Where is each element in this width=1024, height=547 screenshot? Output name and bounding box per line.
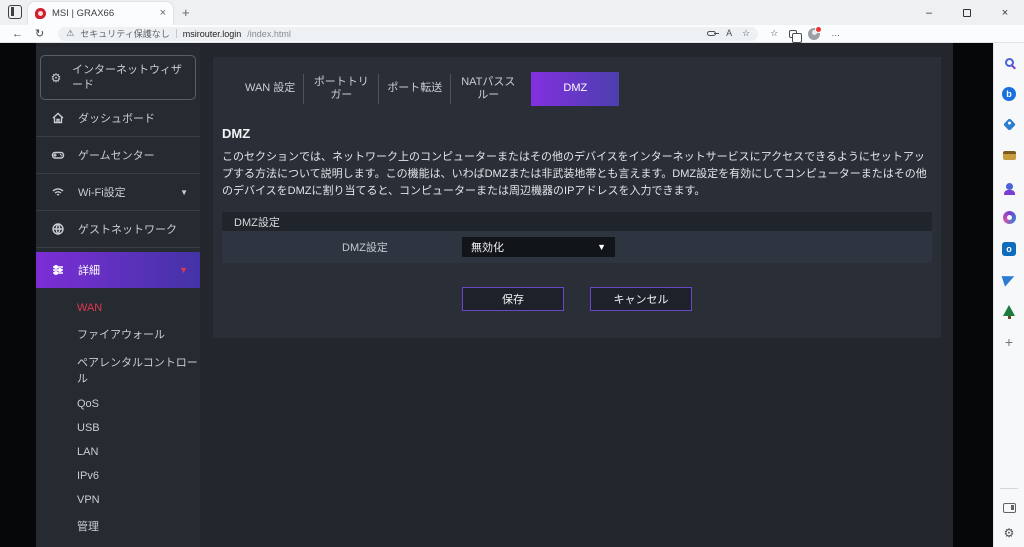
gamepad-icon	[51, 148, 65, 162]
security-label: セキュリティ保護なし	[80, 29, 170, 39]
tab-port-forwarding[interactable]: ポート転送	[379, 72, 450, 106]
password-key-icon[interactable]	[707, 31, 720, 36]
briefcase-icon[interactable]	[1002, 148, 1017, 163]
tab-close-icon[interactable]: ×	[160, 8, 166, 19]
browser-toolbar: ← ↻ ⚠ セキュリティ保護なし msirouter.login /index.…	[0, 25, 1024, 43]
sidebar-item-guest-network[interactable]: ゲストネットワーク	[36, 211, 200, 248]
advanced-submenu: WAN ファイアウォール ペアレンタルコントロール QoS USB LAN IP…	[36, 288, 200, 547]
home-icon	[51, 111, 65, 125]
dmz-setting-select[interactable]: 無効化 ▼	[462, 237, 615, 258]
dmz-setting-row: DMZ設定 無効化 ▼	[222, 231, 932, 264]
sidebar-item-label: インターネットウィザード	[72, 63, 182, 91]
sidebar-item-label: ゲストネットワーク	[78, 224, 177, 236]
screen: MSI | GRAX66 × + – × ← ↻ ⚠ セキュリティ保護なし ms…	[0, 0, 1024, 547]
chevron-down-icon: ▼	[180, 187, 188, 197]
security-warning-icon: ⚠	[66, 28, 75, 38]
maximize-icon	[963, 8, 971, 17]
sidebar-item-label: ダッシュボード	[78, 113, 155, 125]
tab-actions-icon[interactable]	[8, 5, 22, 19]
close-button[interactable]: ×	[986, 0, 1024, 25]
browser-chrome: MSI | GRAX66 × + – × ← ↻ ⚠ セキュリティ保護なし ms…	[0, 0, 1024, 43]
url-host: msirouter.login	[182, 28, 242, 39]
search-icon[interactable]	[1002, 55, 1017, 70]
section-header: DMZ設定	[222, 212, 932, 232]
tab-dmz[interactable]: DMZ	[531, 72, 620, 106]
maximize-button[interactable]	[948, 0, 986, 25]
chevron-down-icon: ▼	[179, 265, 188, 275]
submenu-item-admin[interactable]: 管理	[36, 512, 200, 540]
submenu-item-vpn[interactable]: VPN	[36, 488, 200, 512]
tab-port-trigger[interactable]: ポートトリガー	[304, 72, 378, 106]
select-value: 無効化	[471, 242, 504, 255]
msi-favicon-icon	[35, 8, 46, 19]
refresh-button[interactable]: ↻	[35, 27, 44, 40]
button-row: 保存 キャンセル	[213, 287, 941, 312]
submenu-item-wan[interactable]: WAN	[36, 296, 200, 320]
submenu-item-parental-control[interactable]: ペアレンタルコントロール	[36, 348, 200, 392]
address-divider	[175, 29, 177, 38]
submenu-item-ipv6[interactable]: IPv6	[36, 464, 200, 488]
globe-icon	[51, 222, 65, 236]
more-menu-icon[interactable]: …	[831, 29, 840, 38]
back-button[interactable]: ←	[12, 28, 23, 40]
dmz-setting-label: DMZ設定	[342, 242, 388, 255]
tab-wan-settings[interactable]: WAN 設定	[237, 72, 303, 106]
tab-strip: MSI | GRAX66 × + – ×	[0, 0, 1024, 25]
submenu-item-qos[interactable]: QoS	[36, 392, 200, 416]
page-description: このセクションでは、ネットワーク上のコンピューターまたはその他のデバイスをインタ…	[222, 151, 927, 198]
sidebar-panel-icon[interactable]	[1002, 503, 1016, 513]
tab-nat-passthrough[interactable]: NATパススルー	[451, 72, 525, 106]
edge-sidebar-rail: b o + ⚙	[993, 43, 1024, 547]
favorites-star-icon[interactable]: ☆	[742, 28, 750, 39]
new-tab-button[interactable]: +	[182, 5, 190, 20]
tree-icon[interactable]	[1002, 303, 1017, 319]
sidebar-item-label: ゲームセンター	[78, 150, 155, 162]
submenu-item-firewall[interactable]: ファイアウォール	[36, 320, 200, 348]
page-title: DMZ	[222, 126, 251, 141]
browser-tab-title: MSI | GRAX66	[52, 8, 115, 19]
router-page: ⚙ インターネットウィザード ダッシュボード ゲームセンター Wi-Fi設定 ▼…	[0, 43, 1024, 547]
sliders-icon	[51, 263, 65, 277]
wifi-icon	[51, 185, 65, 199]
collections-icon[interactable]: ☆	[770, 28, 778, 39]
browser-tab[interactable]: MSI | GRAX66 ×	[28, 2, 173, 25]
submenu-item-network-tools[interactable]: ネットワークツール	[36, 540, 200, 547]
select-caret-icon: ▼	[597, 242, 606, 253]
toolbar-icons: ☆ …	[770, 25, 840, 43]
outlook-icon[interactable]: o	[1002, 241, 1017, 256]
people-icon[interactable]	[1002, 179, 1017, 195]
drop-icon[interactable]	[1001, 272, 1017, 287]
sidebar-item-dashboard[interactable]: ダッシュボード	[36, 100, 200, 137]
main-panel: WAN 設定 ポートトリガー ポート転送 NATパススルー DMZ DMZ この…	[213, 57, 941, 338]
workspaces-icon[interactable]	[789, 29, 803, 43]
read-aloud-icon[interactable]: A	[726, 29, 732, 38]
router-sidebar: ⚙ インターネットウィザード ダッシュボード ゲームセンター Wi-Fi設定 ▼…	[36, 47, 200, 547]
settings-gear-icon[interactable]: ⚙	[1004, 527, 1015, 539]
gear-icon: ⚙	[50, 70, 62, 85]
sidebar-item-label: Wi-Fi設定	[78, 187, 126, 199]
save-button[interactable]: 保存	[462, 287, 564, 312]
sidebar-item-wifi-settings[interactable]: Wi-Fi設定 ▼	[36, 174, 200, 211]
submenu-item-lan[interactable]: LAN	[36, 440, 200, 464]
profile-avatar[interactable]	[808, 25, 823, 40]
wan-tab-bar: WAN 設定 ポートトリガー ポート転送 NATパススルー DMZ	[237, 72, 941, 106]
rail-divider	[1000, 488, 1018, 489]
minimize-button[interactable]: –	[910, 0, 948, 25]
cancel-button[interactable]: キャンセル	[590, 287, 692, 312]
submenu-item-usb[interactable]: USB	[36, 416, 200, 440]
shopping-tag-icon[interactable]	[1002, 117, 1017, 132]
url-path: /index.html	[247, 28, 291, 39]
sidebar-item-game-center[interactable]: ゲームセンター	[36, 137, 200, 174]
designer-icon[interactable]	[1002, 210, 1017, 225]
sidebar-item-internet-wizard[interactable]: ⚙ インターネットウィザード	[40, 55, 196, 100]
bing-chat-icon[interactable]: b	[1002, 86, 1017, 101]
sidebar-item-advanced[interactable]: 詳細 ▼	[36, 252, 200, 288]
window-controls: – ×	[910, 0, 1024, 25]
sidebar-item-label: 詳細	[78, 265, 100, 277]
address-bar[interactable]: ⚠ セキュリティ保護なし msirouter.login /index.html…	[58, 26, 759, 41]
add-sidebar-item-button[interactable]: +	[1002, 334, 1017, 349]
